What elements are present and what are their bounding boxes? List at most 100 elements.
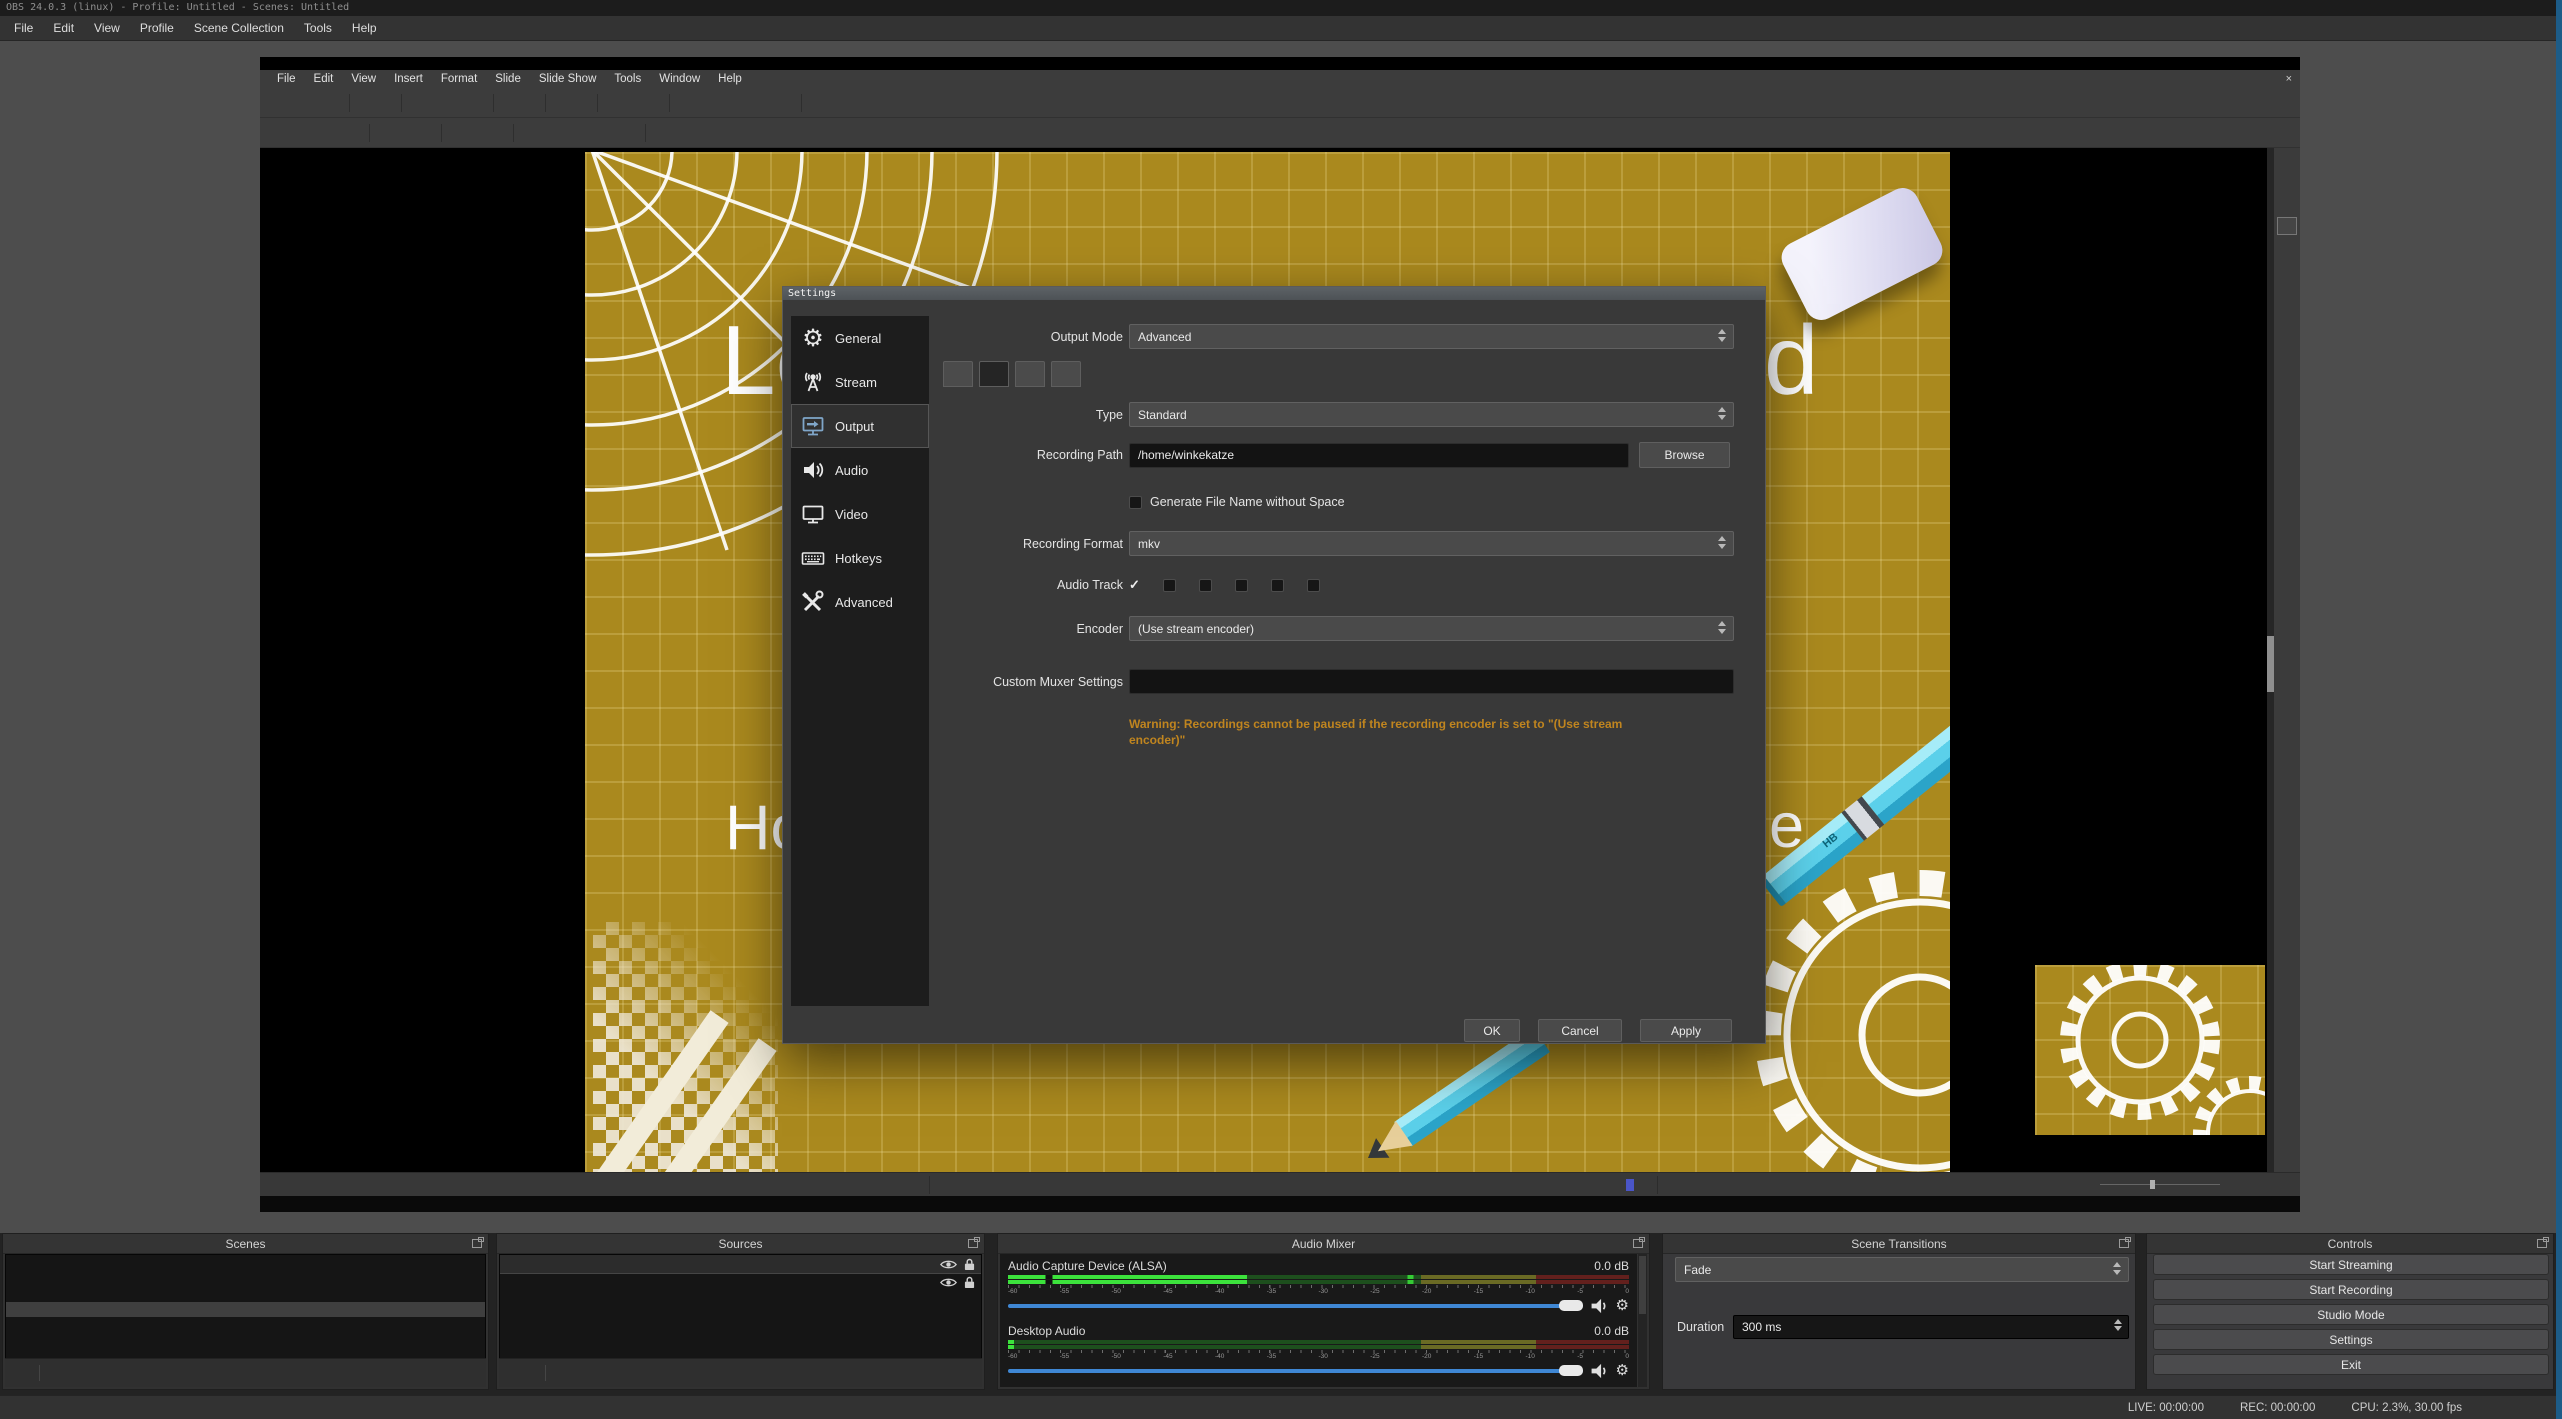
settings-nav-video[interactable]: Video xyxy=(791,492,929,536)
impress-menu-item[interactable]: Edit xyxy=(305,70,343,88)
meter-tick-label: -50 xyxy=(1112,1353,1121,1361)
exit-button[interactable]: Exit xyxy=(2153,1354,2549,1375)
start-streaming-button[interactable]: Start Streaming xyxy=(2153,1254,2549,1275)
speaker-icon[interactable] xyxy=(1590,1363,1609,1379)
settings-nav-audio[interactable]: Audio xyxy=(791,448,929,492)
transitions-dock-titlebar[interactable]: Scene Transitions xyxy=(1663,1234,2135,1254)
dock-float-icon[interactable] xyxy=(472,1239,482,1248)
sources-dock-titlebar[interactable]: Sources xyxy=(497,1234,984,1254)
scene-list-item[interactable] xyxy=(6,1302,485,1318)
audio-mixer-dock-titlebar[interactable]: Audio Mixer xyxy=(998,1234,1649,1254)
scenes-dock-titlebar[interactable]: Scenes xyxy=(3,1234,488,1254)
cancel-button[interactable]: Cancel xyxy=(1538,1019,1622,1042)
duration-spinbox[interactable]: 300 ms xyxy=(1733,1315,2129,1339)
impress-menu-item[interactable]: File xyxy=(268,70,305,88)
volume-slider[interactable] xyxy=(1008,1369,1583,1373)
meter-tick-label: -15 xyxy=(1474,1288,1483,1296)
output-tab[interactable] xyxy=(943,361,973,387)
audio-track-checkbox[interactable] xyxy=(1163,577,1182,593)
impress-menu-item[interactable]: Slide xyxy=(486,70,530,88)
recording-path-input[interactable]: /home/winkekatze xyxy=(1129,443,1629,468)
impress-vertical-scrollbar[interactable] xyxy=(2267,148,2274,1172)
mixer-channel-db: 0.0 dB xyxy=(1594,1259,1629,1273)
volume-slider-handle[interactable] xyxy=(1559,1365,1583,1376)
apply-button[interactable]: Apply xyxy=(1640,1019,1732,1042)
scene-list-item[interactable] xyxy=(6,1271,485,1287)
audio-track-checkbox[interactable] xyxy=(1271,577,1290,593)
zoom-slider[interactable] xyxy=(2100,1184,2220,1185)
encoder-select[interactable]: (Use stream encoder) xyxy=(1129,616,1734,641)
gears-image-object[interactable] xyxy=(2035,965,2265,1135)
settings-nav-stream[interactable]: Stream xyxy=(791,360,929,404)
settings-nav-advanced[interactable]: Advanced xyxy=(791,580,929,624)
ok-button[interactable]: OK xyxy=(1464,1019,1520,1042)
meter-tick-label: -5 xyxy=(1577,1288,1583,1296)
output-tab[interactable] xyxy=(1015,361,1045,387)
scrollbar-thumb[interactable] xyxy=(2267,636,2274,692)
obs-menu-item[interactable]: File xyxy=(4,16,43,41)
impress-menu-item[interactable]: Slide Show xyxy=(530,70,606,88)
obs-menu-item[interactable]: Help xyxy=(342,16,387,41)
fit-slide-indicator[interactable] xyxy=(1626,1179,1634,1191)
obs-menu-item[interactable]: Tools xyxy=(294,16,342,41)
statusbar-separator xyxy=(929,1176,930,1194)
impress-menu-item[interactable]: View xyxy=(342,70,385,88)
dock-float-icon[interactable] xyxy=(2119,1239,2129,1248)
impress-menu-item[interactable]: Tools xyxy=(605,70,650,88)
source-list-item[interactable] xyxy=(500,1273,981,1291)
zoom-slider-handle[interactable] xyxy=(2150,1180,2155,1189)
obs-menu-item[interactable]: Edit xyxy=(43,16,84,41)
muxer-row: Custom Muxer Settings xyxy=(943,669,1734,694)
meter-tick-label: -40 xyxy=(1215,1288,1224,1296)
recording-type-select[interactable]: Standard xyxy=(1129,402,1734,427)
meter-tick-label: -25 xyxy=(1370,1288,1379,1296)
start-recording-button[interactable]: Start Recording xyxy=(2153,1279,2549,1300)
settings-nav-general[interactable]: ⚙ General xyxy=(791,316,929,360)
source-list-item[interactable] xyxy=(500,1255,981,1273)
impress-menu-item[interactable]: Insert xyxy=(385,70,432,88)
output-mode-select[interactable]: Advanced xyxy=(1129,324,1734,349)
speaker-icon[interactable] xyxy=(1590,1298,1609,1314)
scene-list-item[interactable] xyxy=(6,1286,485,1302)
transition-select[interactable]: Fade xyxy=(1675,1257,2129,1282)
dock-float-icon[interactable] xyxy=(968,1239,978,1248)
audio-track-checkbox[interactable] xyxy=(1129,577,1146,593)
channel-settings-gear-icon[interactable]: ⚙ xyxy=(1616,1363,1629,1378)
impress-menu-item[interactable]: Format xyxy=(432,70,486,88)
lock-icon[interactable] xyxy=(964,1276,975,1289)
settings-dialog-titlebar[interactable]: Settings xyxy=(783,287,1765,300)
obs-menu-item[interactable]: Scene Collection xyxy=(184,16,294,41)
impress-menu-item[interactable]: Help xyxy=(709,70,751,88)
custom-muxer-input[interactable] xyxy=(1129,669,1734,694)
dock-float-icon[interactable] xyxy=(1633,1239,1643,1248)
channel-settings-gear-icon[interactable]: ⚙ xyxy=(1616,1298,1629,1313)
audio-track-checkbox[interactable] xyxy=(1235,577,1254,593)
eye-visibility-icon[interactable] xyxy=(940,1277,957,1288)
settings-button[interactable]: Settings xyxy=(2153,1329,2549,1350)
lock-icon[interactable] xyxy=(964,1258,975,1271)
studio-mode-button[interactable]: Studio Mode xyxy=(2153,1304,2549,1325)
controls-dock-titlebar[interactable]: Controls xyxy=(2147,1234,2553,1254)
eye-visibility-icon[interactable] xyxy=(940,1259,957,1270)
settings-nav-output[interactable]: Output xyxy=(791,404,929,448)
volume-slider[interactable] xyxy=(1008,1304,1583,1308)
output-tab[interactable] xyxy=(979,361,1009,387)
impress-menu-item[interactable]: Window xyxy=(650,70,709,88)
scrollbar-thumb[interactable] xyxy=(1639,1256,1646,1314)
obs-menu-item[interactable]: Profile xyxy=(130,16,184,41)
output-tab[interactable] xyxy=(1051,361,1081,387)
scene-transitions-dock: Scene Transitions Fade Duration 300 ms xyxy=(1662,1233,2136,1390)
dock-float-icon[interactable] xyxy=(2537,1239,2547,1248)
mixer-scrollbar[interactable] xyxy=(1638,1254,1647,1387)
scene-list-item[interactable] xyxy=(6,1255,485,1271)
audio-track-checkbox[interactable] xyxy=(1307,577,1326,593)
output-mode-row: Output Mode Advanced xyxy=(943,324,1734,349)
volume-slider-handle[interactable] xyxy=(1559,1300,1583,1311)
audio-track-checkbox[interactable] xyxy=(1199,577,1218,593)
obs-menu-item[interactable]: View xyxy=(84,16,130,41)
browse-button[interactable]: Browse xyxy=(1639,442,1730,468)
generate-no-space-checkbox[interactable] xyxy=(1129,496,1142,509)
settings-nav-hotkeys[interactable]: Hotkeys xyxy=(791,536,929,580)
recording-format-select[interactable]: mkv xyxy=(1129,531,1734,556)
close-document-icon[interactable]: × xyxy=(2286,70,2292,88)
